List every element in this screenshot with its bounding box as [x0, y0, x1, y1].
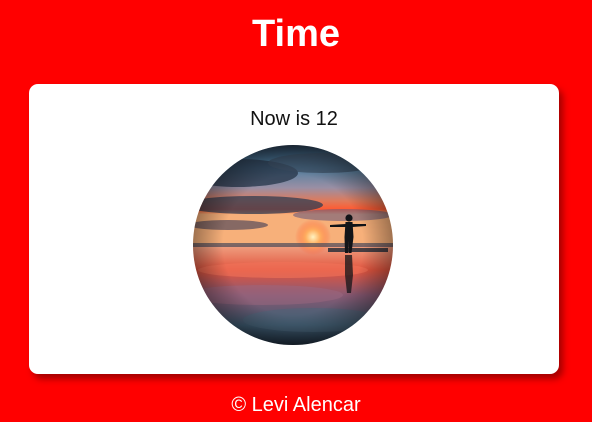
page-title: Time [251, 13, 340, 55]
current-time-text: Now is 12 [250, 108, 338, 130]
content-card: Now is 12 [29, 84, 559, 374]
footer-credit: © Levi Alencar [231, 394, 361, 416]
sunset-silhouette-image [193, 145, 393, 345]
